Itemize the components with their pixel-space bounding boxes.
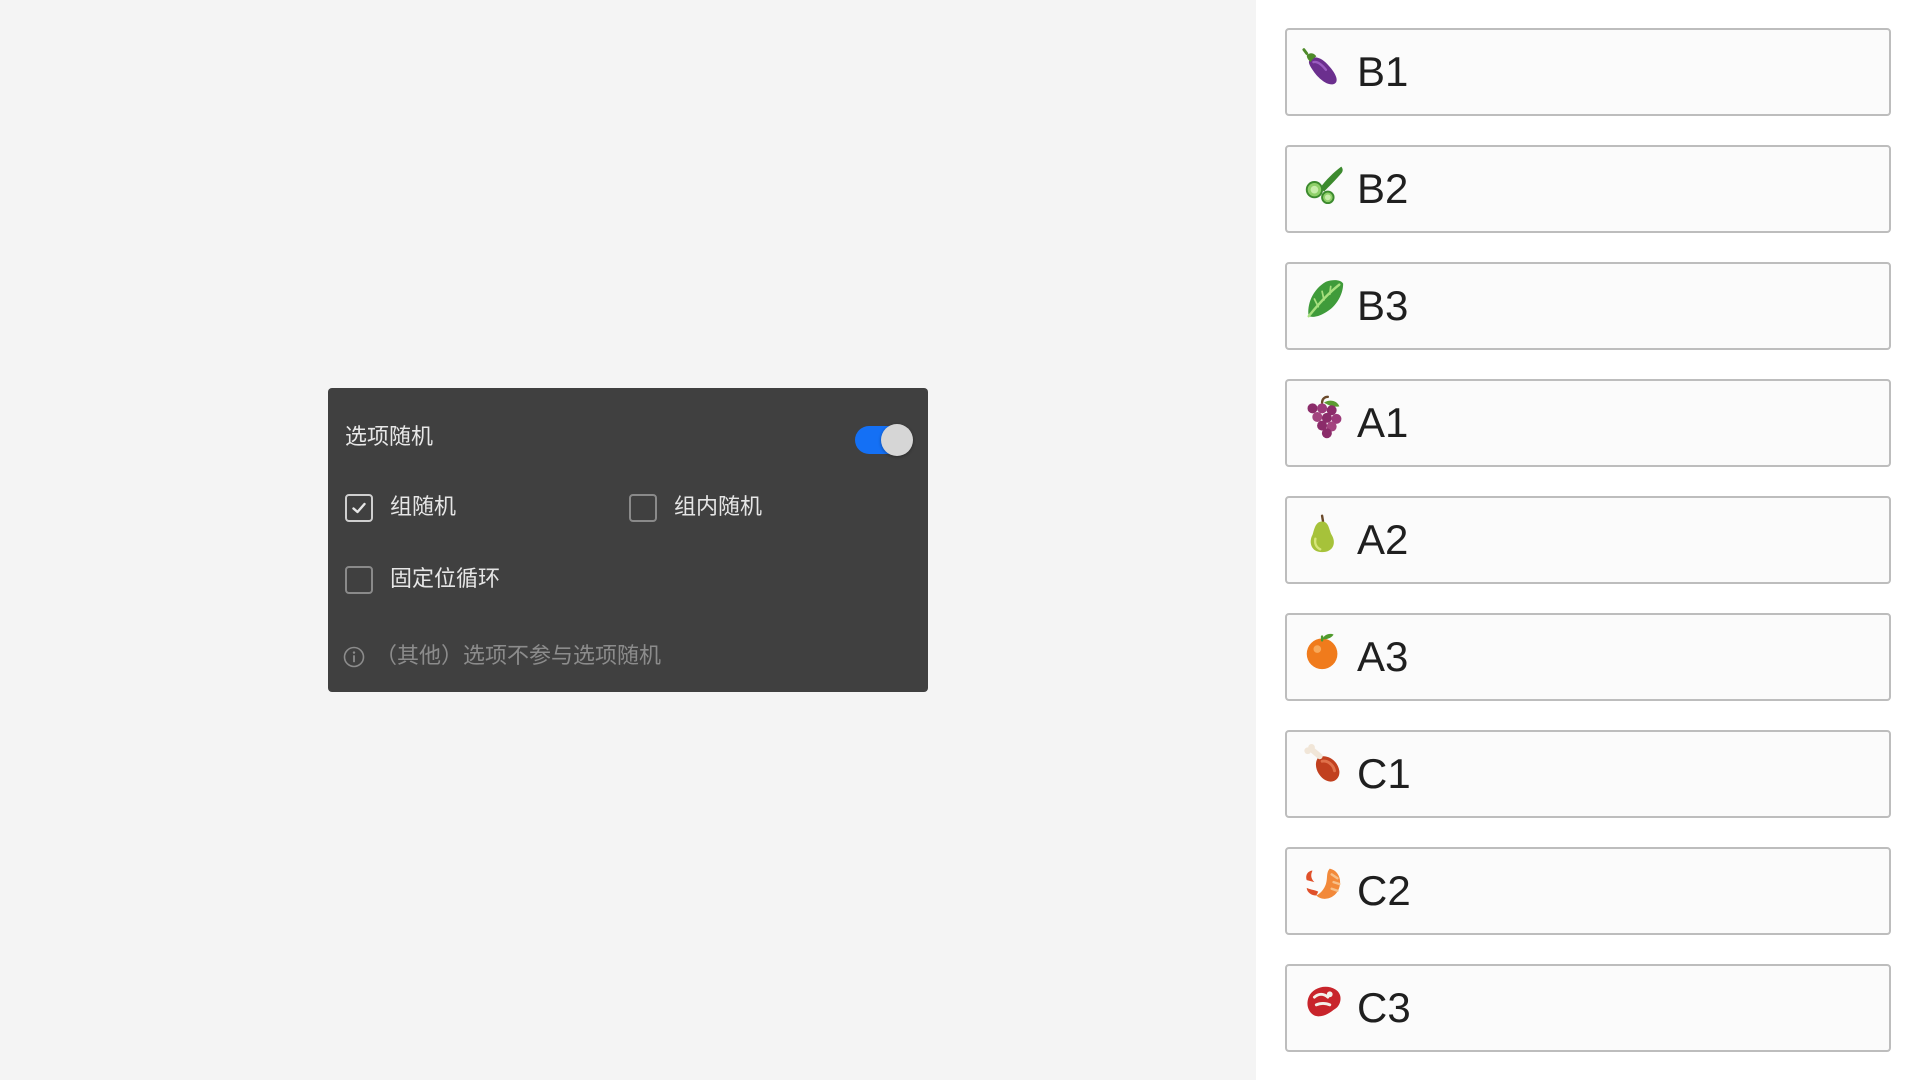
item-label: B1 <box>1357 48 1409 95</box>
in-group-random-option[interactable]: 组内随机 <box>629 494 762 522</box>
info-icon <box>343 646 365 668</box>
item-label: A1 <box>1357 399 1409 446</box>
pear-icon <box>1310 514 1334 553</box>
list-item[interactable]: C3 <box>1285 964 1891 1052</box>
grapes-icon <box>1307 395 1342 439</box>
option-random-panel: 选项随机 组随机 组内随机 固定位循环 （其他）选项不参与选项随机 <box>328 388 928 692</box>
list-item[interactable]: A2 <box>1285 496 1891 584</box>
item-label: C2 <box>1357 867 1411 914</box>
option-list-panel: B1 B2 B3 A1 A2 A3 C1 C2 C3 <box>1256 0 1920 1080</box>
toggle-knob <box>881 424 913 456</box>
leafy-green-icon <box>1307 280 1344 318</box>
group-random-label: 组随机 <box>390 495 457 520</box>
fixed-position-loop-option[interactable]: 固定位循环 <box>345 566 500 594</box>
list-item[interactable]: A1 <box>1285 379 1891 467</box>
fixed-position-loop-checkbox[interactable] <box>345 566 373 594</box>
shrimp-icon <box>1306 868 1341 899</box>
item-label: C3 <box>1357 984 1411 1031</box>
panel-title: 选项随机 <box>345 425 434 450</box>
item-label: C1 <box>1357 750 1411 797</box>
list-item[interactable]: A3 <box>1285 613 1891 701</box>
hint-text: （其他）选项不参与选项随机 <box>375 644 662 669</box>
hint-row: （其他）选项不参与选项随机 <box>343 643 661 671</box>
list-item[interactable]: C1 <box>1285 730 1891 818</box>
cucumber-icon <box>1305 166 1343 205</box>
checkmark-icon <box>352 502 366 514</box>
list-item[interactable]: B3 <box>1285 262 1891 350</box>
item-label: A2 <box>1357 516 1409 563</box>
fixed-position-loop-label: 固定位循环 <box>390 567 501 592</box>
eggplant-icon <box>1302 48 1337 85</box>
steak-icon <box>1307 986 1341 1017</box>
tangerine-icon <box>1306 633 1338 670</box>
list-item[interactable]: B1 <box>1285 28 1891 116</box>
list-item[interactable]: B2 <box>1285 145 1891 233</box>
item-label: B3 <box>1357 282 1409 329</box>
item-label: B2 <box>1357 165 1409 212</box>
group-random-checkbox[interactable] <box>345 494 373 522</box>
in-group-random-label: 组内随机 <box>674 495 763 520</box>
group-random-option[interactable]: 组随机 <box>345 494 456 522</box>
meat-on-bone-icon <box>1304 744 1340 782</box>
list-item[interactable]: C2 <box>1285 847 1891 935</box>
in-group-random-checkbox[interactable] <box>629 494 657 522</box>
item-label: A3 <box>1357 633 1409 680</box>
option-random-toggle[interactable] <box>855 424 913 456</box>
